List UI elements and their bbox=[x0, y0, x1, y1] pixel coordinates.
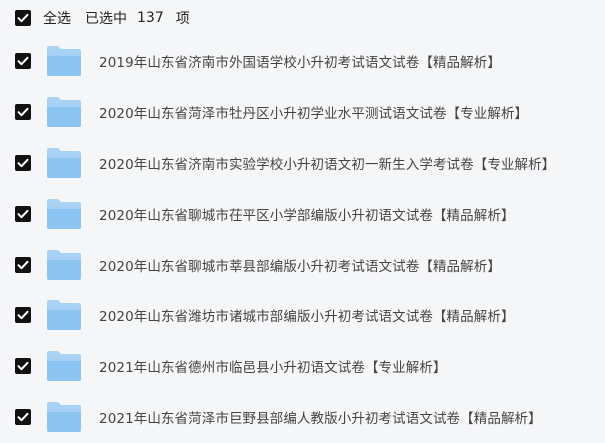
file-name[interactable]: 2020年山东省聊城市茌平区小学部编版小升初语文试卷【精品解析】 bbox=[99, 204, 515, 224]
file-checkbox[interactable] bbox=[15, 408, 31, 425]
file-row[interactable]: 2020年山东省潍坊市诸城市部编版小升初考试语文试卷【精品解析】 bbox=[0, 290, 605, 341]
file-checkbox[interactable] bbox=[15, 154, 31, 171]
checkmark-icon bbox=[17, 361, 29, 371]
selected-count: 137 bbox=[137, 10, 164, 26]
file-name[interactable]: 2020年山东省聊城市莘县部编版小升初考试语文试卷【精品解析】 bbox=[99, 255, 501, 275]
file-list: 2019年山东省济南市外国语学校小升初考试语文试卷【精品解析】 2020年山东省… bbox=[0, 36, 605, 442]
file-name[interactable]: 2021年山东省菏泽市巨野县部编人教版小升初考试语文试卷【精品解析】 bbox=[99, 407, 542, 427]
file-row[interactable]: 2020年山东省聊城市茌平区小学部编版小升初语文试卷【精品解析】 bbox=[0, 188, 605, 239]
folder-icon bbox=[47, 97, 81, 128]
checkmark-icon bbox=[17, 158, 29, 168]
checkmark-icon bbox=[17, 209, 29, 218]
file-name[interactable]: 2020年山东省济南市实验学校小升初语文初一新生入学考试卷【专业解析】 bbox=[99, 153, 555, 173]
file-row[interactable]: 2020年山东省菏泽市牡丹区小升初学业水平测试语文试卷【专业解析】 bbox=[0, 87, 605, 138]
checkmark-icon bbox=[17, 412, 29, 422]
file-row[interactable]: 2021年山东省德州市临邑县小升初语文试卷【专业解析】 bbox=[0, 341, 605, 392]
folder-icon bbox=[47, 300, 81, 331]
file-row[interactable]: 2020年山东省聊城市莘县部编版小升初考试语文试卷【精品解析】 bbox=[0, 239, 605, 290]
folder-icon bbox=[47, 147, 81, 178]
file-checkbox[interactable] bbox=[15, 256, 31, 273]
folder-icon bbox=[47, 198, 81, 229]
file-row[interactable]: 2021年山东省菏泽市巨野县部编人教版小升初考试语文试卷【精品解析】 bbox=[0, 392, 605, 443]
file-name[interactable]: 2020年山东省菏泽市牡丹区小升初学业水平测试语文试卷【专业解析】 bbox=[99, 102, 528, 122]
file-name[interactable]: 2021年山东省德州市临邑县小升初语文试卷【专业解析】 bbox=[99, 356, 447, 376]
file-checkbox[interactable] bbox=[15, 104, 31, 121]
file-row[interactable]: 2019年山东省济南市外国语学校小升初考试语文试卷【精品解析】 bbox=[0, 36, 605, 87]
checkmark-icon bbox=[17, 57, 29, 66]
file-checkbox[interactable] bbox=[15, 358, 31, 375]
folder-icon bbox=[47, 249, 81, 280]
checkmark-icon bbox=[17, 260, 29, 269]
file-name[interactable]: 2019年山东省济南市外国语学校小升初考试语文试卷【精品解析】 bbox=[99, 51, 501, 71]
file-checkbox[interactable] bbox=[15, 53, 31, 70]
file-row[interactable]: 2020年山东省济南市实验学校小升初语文初一新生入学考试卷【专业解析】 bbox=[0, 138, 605, 189]
select-all-label[interactable]: 全选 bbox=[43, 8, 71, 28]
file-checkbox[interactable] bbox=[15, 205, 31, 222]
file-checkbox[interactable] bbox=[15, 307, 31, 324]
folder-icon bbox=[47, 351, 81, 382]
checkmark-icon bbox=[17, 13, 29, 23]
checkmark-icon bbox=[17, 107, 29, 117]
folder-icon bbox=[47, 401, 81, 432]
checkmark-icon bbox=[17, 311, 29, 320]
unit-label: 项 bbox=[175, 11, 190, 27]
file-name[interactable]: 2020年山东省潍坊市诸城市部编版小升初考试语文试卷【精品解析】 bbox=[99, 305, 515, 325]
selection-header: 全选 已选中 137 项 bbox=[0, 0, 605, 36]
folder-icon bbox=[47, 46, 81, 77]
selection-summary: 全选 已选中 137 项 bbox=[43, 8, 190, 28]
select-all-checkbox[interactable] bbox=[15, 10, 31, 26]
selected-label: 已选中 bbox=[85, 11, 127, 27]
